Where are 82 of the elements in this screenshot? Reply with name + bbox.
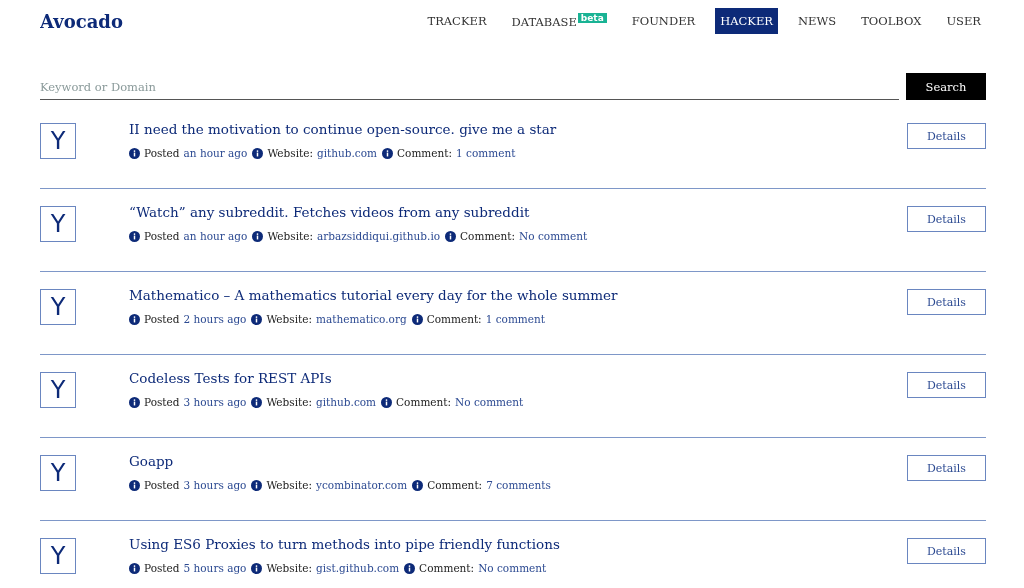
website-link[interactable]: github.com xyxy=(316,396,377,408)
website-link[interactable]: github.com xyxy=(317,147,378,159)
website-link[interactable]: ycombinator.com xyxy=(316,479,408,491)
details-button[interactable]: Details xyxy=(907,538,986,564)
website-link[interactable]: arbazsiddiqui.github.io xyxy=(317,230,441,242)
comment-link[interactable]: No comment xyxy=(519,230,588,242)
search-field[interactable]: Keyword or Domain xyxy=(40,75,899,100)
info-icon xyxy=(252,147,264,159)
info-icon xyxy=(251,396,263,408)
meta-label: Posted xyxy=(144,147,180,159)
meta-label: Comment: xyxy=(397,147,453,159)
details-button[interactable]: Details xyxy=(907,206,986,232)
nav-tab[interactable]: TRACKER xyxy=(422,8,492,34)
comment-link[interactable]: No comment xyxy=(455,396,524,408)
info-icon xyxy=(129,396,140,408)
posted-time-link[interactable]: 3 hours ago xyxy=(183,479,247,491)
comment-link[interactable]: No comment xyxy=(478,562,547,574)
meta-label: Website: xyxy=(266,313,313,325)
meta-label: Website: xyxy=(266,396,313,408)
details-button[interactable]: Details xyxy=(907,289,986,315)
meta-label: Comment: xyxy=(426,313,482,325)
details-button[interactable]: Details xyxy=(907,372,986,398)
info-icon xyxy=(129,562,140,574)
meta-label: Posted xyxy=(144,313,180,325)
website-link[interactable]: gist.github.com xyxy=(316,562,400,574)
post-title-link[interactable]: Mathematico – A mathematics tutorial every day for the whole summer xyxy=(129,287,907,303)
info-icon xyxy=(252,230,264,242)
meta-label: Posted xyxy=(144,562,180,574)
info-icon xyxy=(129,230,140,242)
nav-tab[interactable]: HACKER xyxy=(715,8,778,34)
details-button[interactable]: Details xyxy=(907,455,986,481)
site-logo: Y xyxy=(40,206,76,242)
posted-time-link[interactable]: 2 hours ago xyxy=(183,313,247,325)
info-icon xyxy=(382,147,394,159)
info-icon xyxy=(251,313,263,325)
meta-label: Posted xyxy=(144,396,180,408)
search-button[interactable]: Search xyxy=(906,73,986,100)
nav-tab[interactable]: TOOLBOX xyxy=(856,8,927,34)
site-logo: Y xyxy=(40,538,76,574)
meta-label: Comment: xyxy=(419,562,475,574)
meta-label: Posted xyxy=(144,230,180,242)
post-title-link[interactable]: Codeless Tests for REST APIs xyxy=(129,370,907,386)
info-icon xyxy=(129,479,140,491)
info-icon xyxy=(251,562,263,574)
post-title-link[interactable]: Using ES6 Proxies to turn methods into pipe friendly functions xyxy=(129,536,907,552)
site-logo: Y xyxy=(40,455,76,491)
meta-label: Website: xyxy=(267,230,313,242)
brand-logo[interactable]: Avocado xyxy=(40,10,123,32)
details-button[interactable]: Details xyxy=(907,123,986,149)
meta-label: Website: xyxy=(266,479,313,491)
posted-time-link[interactable]: an hour ago xyxy=(183,230,248,242)
comment-link[interactable]: 1 comment xyxy=(456,147,516,159)
nav-tab[interactable]: DATABASE $^{beta}$ xyxy=(506,7,612,35)
site-logo: Y xyxy=(40,289,76,325)
meta-label: Website: xyxy=(267,147,313,159)
nav-tab[interactable]: NEWS xyxy=(792,8,842,34)
posted-time-link[interactable]: an hour ago xyxy=(183,147,248,159)
info-icon xyxy=(412,479,424,491)
site-logo: Y xyxy=(40,123,76,159)
info-icon xyxy=(251,479,263,491)
info-icon xyxy=(381,396,393,408)
posted-time-link[interactable]: 3 hours ago xyxy=(183,396,247,408)
posted-time-link[interactable]: 5 hours ago xyxy=(183,562,247,574)
website-link[interactable]: mathematico.org xyxy=(316,313,407,325)
nav-tab[interactable]: USER xyxy=(941,8,986,34)
info-icon xyxy=(129,147,140,159)
info-icon xyxy=(129,313,140,325)
site-logo: Y xyxy=(40,372,76,408)
meta-label: Posted xyxy=(144,479,180,491)
comment-link[interactable]: 1 comment xyxy=(485,313,545,325)
meta-label: Comment: xyxy=(427,479,483,491)
meta-label: Comment: xyxy=(460,230,516,242)
meta-label: Comment: xyxy=(396,396,452,408)
post-title-link[interactable]: II need the motivation to continue open-source. give me a star xyxy=(129,121,907,137)
info-icon xyxy=(404,562,416,574)
post-title-link[interactable]: “Watch” any subreddit. Fetches videos from any subreddit xyxy=(129,204,907,220)
info-icon xyxy=(411,313,423,325)
meta-label: Website: xyxy=(266,562,313,574)
info-icon xyxy=(445,230,457,242)
nav-tab[interactable]: FOUNDER xyxy=(626,8,701,34)
post-title-link[interactable]: Goapp xyxy=(129,453,907,469)
comment-link[interactable]: 7 comments xyxy=(486,479,551,491)
